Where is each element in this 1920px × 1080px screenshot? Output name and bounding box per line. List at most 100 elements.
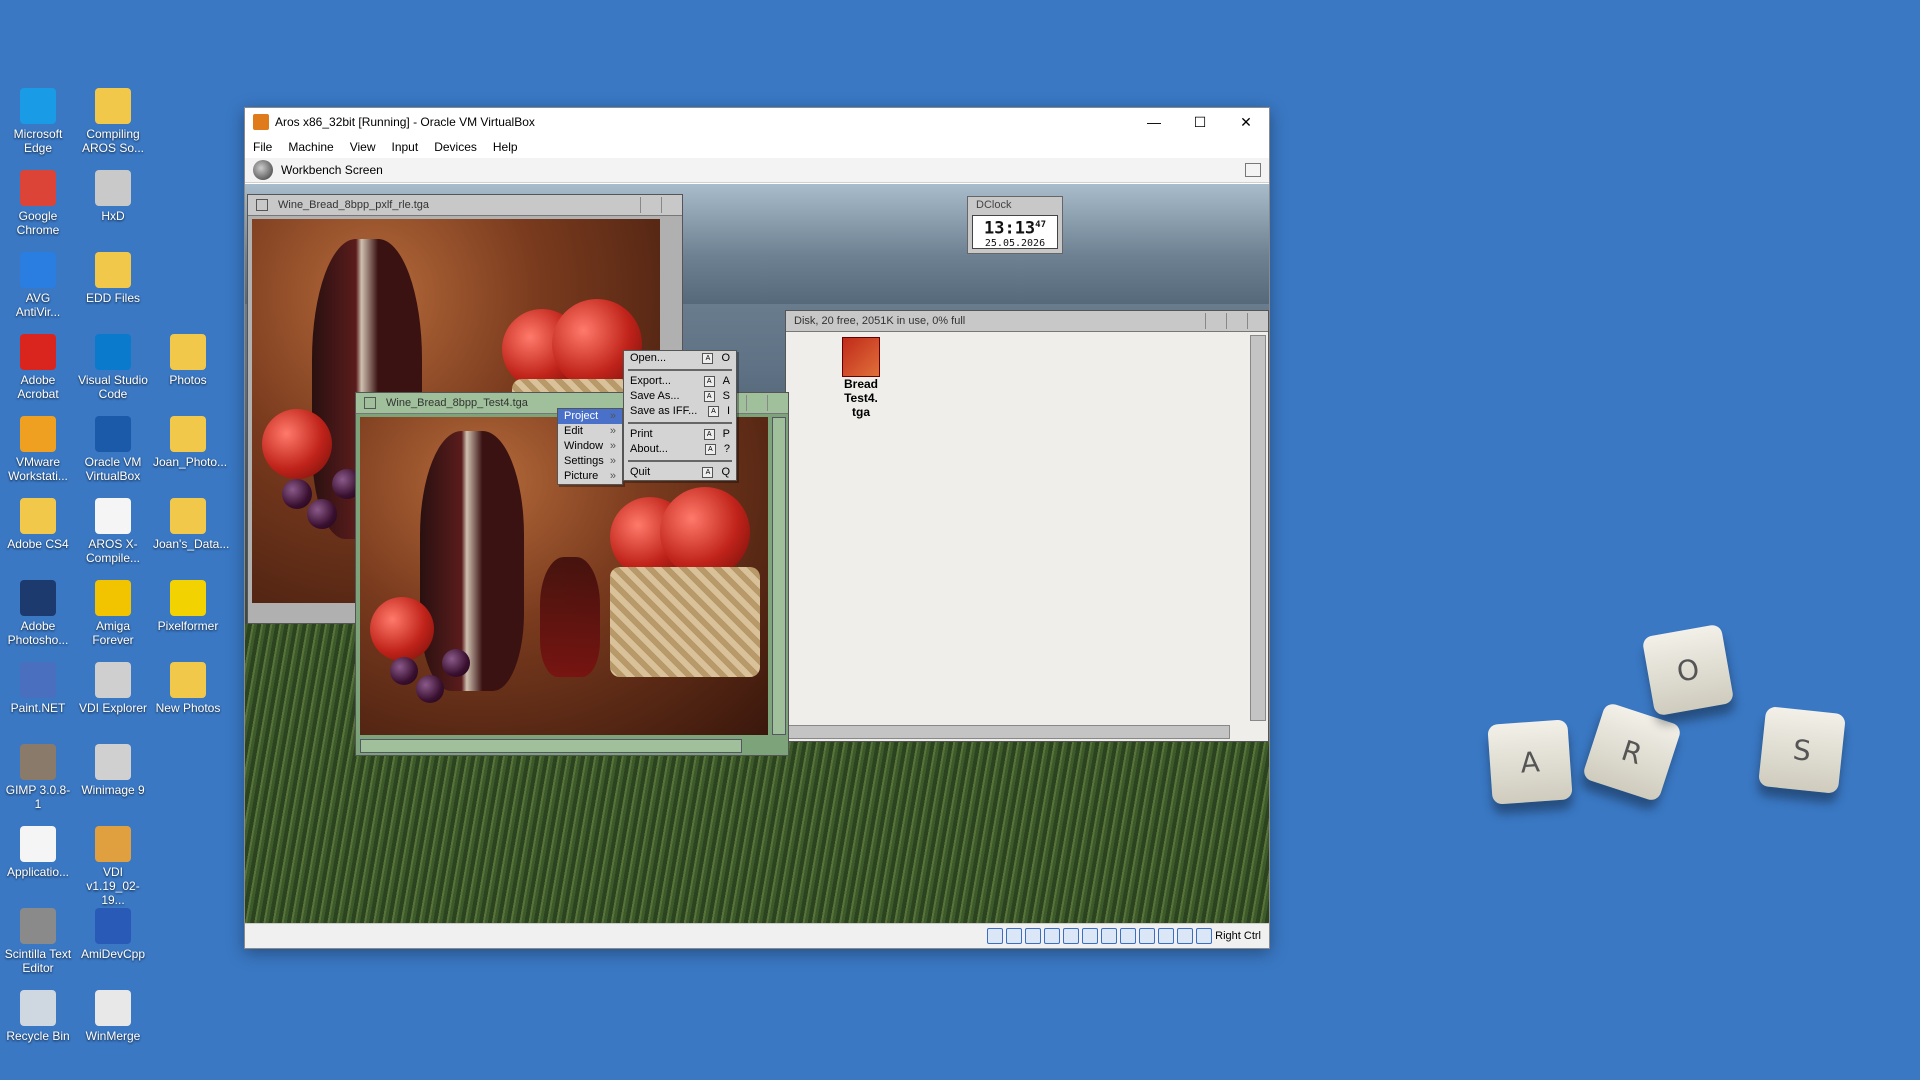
close-button[interactable]: ✕ bbox=[1223, 108, 1269, 136]
vmware-icon bbox=[20, 416, 56, 452]
desktop-icon[interactable]: Photos bbox=[153, 334, 223, 387]
desktop-icon[interactable]: GIMP 3.0.8-1 bbox=[3, 744, 73, 811]
window-close-gadget[interactable] bbox=[256, 199, 268, 211]
desktop-icon[interactable]: Recycle Bin bbox=[3, 990, 73, 1043]
desktop-icon[interactable]: Scintilla Text Editor bbox=[3, 908, 73, 975]
menu-input[interactable]: Input bbox=[384, 140, 427, 154]
menu-item-print[interactable]: Print A P bbox=[624, 427, 736, 442]
desktop-icon[interactable]: WinMerge bbox=[78, 990, 148, 1043]
zoom-gadget[interactable] bbox=[640, 197, 661, 213]
virtualbox-icon bbox=[95, 416, 131, 452]
desktop-icon[interactable]: Visual Studio Code bbox=[78, 334, 148, 401]
menu-item-save-as[interactable]: Save As... A S bbox=[624, 389, 736, 404]
recycle-bin-icon bbox=[20, 990, 56, 1026]
drawer-window[interactable]: Disk, 20 free, 2051K in use, 0% full Bre… bbox=[785, 310, 1269, 742]
drawer-iconify-button[interactable] bbox=[1205, 313, 1226, 329]
desktop-icon[interactable]: Pixelformer bbox=[153, 580, 223, 633]
optical-drive-status-icon[interactable] bbox=[1006, 928, 1023, 944]
menu-view[interactable]: View bbox=[342, 140, 384, 154]
network-status-icon[interactable] bbox=[1044, 928, 1061, 944]
mouse-integration-icon[interactable] bbox=[1177, 928, 1194, 944]
desktop-icon[interactable]: Amiga Forever bbox=[78, 580, 148, 647]
amiga-key-icon: A bbox=[702, 467, 714, 478]
depth-gadget[interactable] bbox=[661, 197, 682, 213]
picture-window-1-titlebar[interactable]: Wine_Bread_8bpp_pxlf_rle.tga bbox=[248, 195, 682, 216]
aros-menu-strip[interactable]: Project» Edit» Window» Settings» Picture… bbox=[557, 408, 623, 485]
desktop-icon[interactable]: VDI v1.19_02-19... bbox=[78, 826, 148, 907]
shared-folder-status-icon[interactable] bbox=[1082, 928, 1099, 944]
desktop-icon[interactable]: Paint.NET bbox=[3, 662, 73, 715]
menu-item-save-as-iff[interactable]: Save as IFF... A I bbox=[624, 404, 736, 419]
desktop-icon[interactable]: Applicatio... bbox=[3, 826, 73, 879]
desktop-icon[interactable]: Adobe CS4 bbox=[3, 498, 73, 551]
menu-devices[interactable]: Devices bbox=[426, 140, 485, 154]
desktop-icon[interactable]: VMware Workstati... bbox=[3, 416, 73, 483]
picture-window-2-vscroll[interactable] bbox=[772, 417, 786, 735]
menu-file[interactable]: File bbox=[245, 140, 280, 154]
desktop-icon[interactable]: Oracle VM VirtualBox bbox=[78, 416, 148, 483]
audio-status-icon[interactable] bbox=[1025, 928, 1042, 944]
menu-help[interactable]: Help bbox=[485, 140, 526, 154]
menu-project[interactable]: Project» bbox=[558, 409, 622, 424]
menu-window[interactable]: Window» bbox=[558, 439, 622, 454]
virtualbox-window[interactable]: Aros x86_32bit [Running] - Oracle VM Vir… bbox=[244, 107, 1270, 949]
menu-edit[interactable]: Edit» bbox=[558, 424, 622, 439]
desktop-icon-label: AVG AntiVir... bbox=[15, 291, 61, 319]
aros-screen[interactable]: DClock 13:1347 25.05.2026 Disk, 20 free,… bbox=[245, 184, 1269, 924]
menu-separator bbox=[628, 422, 732, 424]
desktop-icon[interactable]: VDI Explorer bbox=[78, 662, 148, 715]
hdd-status-icon[interactable] bbox=[987, 928, 1004, 944]
desktop-icon[interactable]: AROS X-Compile... bbox=[78, 498, 148, 565]
window-titlebar[interactable]: Aros x86_32bit [Running] - Oracle VM Vir… bbox=[245, 108, 1269, 136]
edge-icon bbox=[20, 88, 56, 124]
menu-machine[interactable]: Machine bbox=[280, 140, 341, 154]
file-icon[interactable]: Bread Test4. tga bbox=[826, 337, 896, 419]
project-submenu[interactable]: Open... A O Export... A A Save As... A S Save … bbox=[623, 350, 737, 481]
menu-item-about[interactable]: About... A? bbox=[624, 442, 736, 457]
maximize-button[interactable]: ☐ bbox=[1177, 108, 1223, 136]
keyboard-capture-icon[interactable] bbox=[1196, 928, 1213, 944]
picture-window-2-hscroll[interactable] bbox=[360, 739, 742, 753]
desktop-icon[interactable]: Adobe Photosho... bbox=[3, 580, 73, 647]
cpu-status-icon[interactable] bbox=[1158, 928, 1175, 944]
drawer-zoom-button[interactable] bbox=[1226, 313, 1247, 329]
display-status-icon[interactable] bbox=[1101, 928, 1118, 944]
zoom-gadget[interactable] bbox=[746, 395, 767, 411]
desktop-icon-label: AmiDevCpp bbox=[80, 947, 146, 961]
menu-picture[interactable]: Picture» bbox=[558, 469, 622, 484]
desktop-icon[interactable]: AVG AntiVir... bbox=[3, 252, 73, 319]
desktop-icon[interactable]: Compiling AROS So... bbox=[78, 88, 148, 155]
desktop-icon[interactable]: Joan's_Data... bbox=[153, 498, 229, 551]
dclock-window[interactable]: DClock 13:1347 25.05.2026 bbox=[967, 196, 1063, 254]
amiga-key-icon: A bbox=[703, 429, 715, 440]
depth-gadget[interactable] bbox=[767, 395, 788, 411]
screen-depth-button[interactable] bbox=[1245, 163, 1261, 177]
menu-settings[interactable]: Settings» bbox=[558, 454, 622, 469]
drawer-titlebar[interactable]: Disk, 20 free, 2051K in use, 0% full bbox=[786, 311, 1268, 332]
drawer-hscroll[interactable] bbox=[788, 725, 1230, 739]
desktop-icon[interactable]: EDD Files bbox=[78, 252, 148, 305]
drawer-title: Disk, 20 free, 2051K in use, 0% full bbox=[794, 315, 966, 327]
desktop-icon[interactable]: AmiDevCpp bbox=[78, 908, 148, 961]
desktop-icon[interactable]: Adobe Acrobat bbox=[3, 334, 73, 401]
desktop-icon[interactable]: Winimage 9 bbox=[78, 744, 148, 797]
pixelformer-icon bbox=[170, 580, 206, 616]
menu-item-export[interactable]: Export... A A bbox=[624, 374, 736, 389]
recording-status-icon[interactable] bbox=[1120, 928, 1137, 944]
desktop-icon[interactable]: HxD bbox=[78, 170, 148, 223]
desktop-icon[interactable]: Google Chrome bbox=[3, 170, 73, 237]
desktop-icon[interactable]: New Photos bbox=[153, 662, 223, 715]
menu-item-quit[interactable]: Quit A Q bbox=[624, 465, 736, 480]
drawer-depth-button[interactable] bbox=[1247, 313, 1268, 329]
usb-status-icon[interactable] bbox=[1063, 928, 1080, 944]
desktop-icon[interactable]: Microsoft Edge bbox=[3, 88, 73, 155]
menu-bar: File Machine View Input Devices Help bbox=[245, 136, 1269, 158]
desktop-icon[interactable]: Joan_Photo... bbox=[153, 416, 227, 469]
minimize-button[interactable]: — bbox=[1131, 108, 1177, 136]
vt-status-icon[interactable] bbox=[1139, 928, 1156, 944]
drawer-vscroll[interactable] bbox=[1250, 335, 1266, 721]
window-close-gadget[interactable] bbox=[364, 397, 376, 409]
winimage-icon bbox=[95, 744, 131, 780]
desktop-icon-label: Adobe Acrobat bbox=[17, 373, 59, 401]
menu-item-open[interactable]: Open... A O bbox=[624, 351, 736, 366]
